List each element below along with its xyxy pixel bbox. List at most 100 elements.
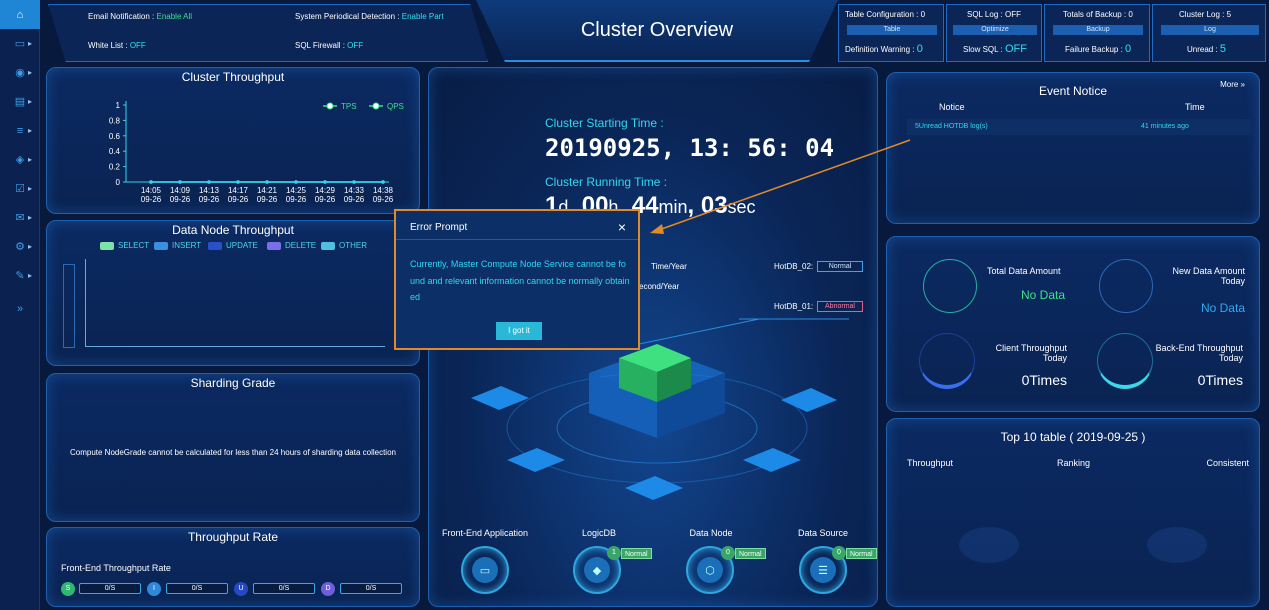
x-tick-label-date: 09-26 xyxy=(373,195,394,204)
backend-throughput-ring xyxy=(1097,333,1153,389)
x-tick-label-date: 09-26 xyxy=(315,195,336,204)
update-rate-icon: U xyxy=(234,582,248,596)
email-notification: Email Notification : Enable All xyxy=(88,12,193,21)
hotdb01-status[interactable]: Abnormal xyxy=(817,301,863,312)
data-source-label: Data Source xyxy=(797,528,849,538)
backup-button[interactable]: Backup xyxy=(1053,25,1143,35)
data-point xyxy=(381,180,385,184)
new-data-label: New Data Amount Today xyxy=(1172,266,1245,286)
data-amount-panel: Total Data Amount No Data New Data Amoun… xyxy=(886,236,1260,412)
x-axis xyxy=(85,346,385,347)
legend-update[interactable]: UPDATE xyxy=(208,241,258,250)
i-got-it-button[interactable]: I got it xyxy=(496,322,542,340)
data-node-status: Normal xyxy=(735,548,766,559)
more-link[interactable]: More » xyxy=(1220,80,1245,89)
expand-icon[interactable]: » xyxy=(0,294,40,323)
stack-icon: ☰ xyxy=(810,557,836,583)
periodical-detection: System Periodical Detection : Enable Par… xyxy=(295,12,444,21)
x-tick-label-time: 14:21 xyxy=(257,186,278,195)
data-source-status: Normal xyxy=(846,548,877,559)
home-icon[interactable]: ⌂ xyxy=(0,0,40,29)
new-data-value: No Data xyxy=(1200,301,1245,315)
error-prompt-dialog: Error Prompt × Currently, Master Compute… xyxy=(394,209,640,350)
front-end-rate-label: Front-End Throughput Rate xyxy=(61,563,171,573)
x-tick-label-date: 09-26 xyxy=(170,195,191,204)
x-tick-label-time: 14:09 xyxy=(170,186,191,195)
y-tick-label: 1 xyxy=(116,101,121,110)
data-point xyxy=(294,180,298,184)
legend-select[interactable]: SELECT xyxy=(100,241,149,250)
y-tick-label: 0 xyxy=(116,178,121,187)
legend-insert[interactable]: INSERT xyxy=(154,241,201,250)
delete-swatch xyxy=(267,241,281,250)
x-tick-label-date: 09-26 xyxy=(286,195,307,204)
node-icon: ⬡ xyxy=(697,557,723,583)
event-notice-text[interactable]: 5Unread HOTDB log(s) xyxy=(915,123,988,130)
mail-icon[interactable]: ✉ ▸ xyxy=(0,203,40,232)
select-rate-icon: S xyxy=(61,582,75,596)
sharding-grade-panel: Sharding Grade Compute NodeGrade cannot … xyxy=(46,373,420,522)
sql-firewall-value[interactable]: OFF xyxy=(347,41,363,50)
ranking-column-header: Ranking xyxy=(1057,458,1091,468)
log-button[interactable]: Log xyxy=(1161,25,1259,35)
table-row[interactable]: 5Unread HOTDB log(s) 41 minutes ago xyxy=(907,119,1251,135)
periodical-detection-value[interactable]: Enable Part xyxy=(402,12,444,21)
close-icon[interactable]: × xyxy=(618,220,626,234)
second-year-label: econd/Year xyxy=(639,282,680,291)
scroll-indicator[interactable] xyxy=(63,264,75,348)
event-notice-title: Event Notice xyxy=(1038,84,1108,98)
select-swatch xyxy=(100,241,114,250)
event-time-text: 41 minutes ago xyxy=(1141,123,1189,130)
database-icon[interactable]: ≡ ▸ xyxy=(0,116,40,145)
checklist-icon[interactable]: ☑ ▸ xyxy=(0,174,40,203)
failure-backup: Failure Backup : 0 xyxy=(1065,43,1132,55)
cube-icon: ◆ xyxy=(584,557,610,583)
white-list-value[interactable]: OFF xyxy=(130,41,146,50)
eye-icon[interactable]: ◉ ▸ xyxy=(0,58,40,87)
hotdb01-label: HotDB_01: xyxy=(774,302,814,311)
x-tick-label-time: 14:05 xyxy=(141,186,162,195)
x-tick-label-date: 09-26 xyxy=(344,195,365,204)
cluster-log-label: Cluster Log : 5 xyxy=(1179,10,1232,19)
hotdb02-label: HotDB_02: xyxy=(774,262,814,271)
email-notification-value[interactable]: Enable All xyxy=(156,12,192,21)
y-tick-label: 0.2 xyxy=(109,163,121,172)
shield-icon[interactable]: ◈ ▸ xyxy=(0,145,40,174)
sidebar: ⌂ ▭ ▸ ◉ ▸ ▤ ▸ ≡ ▸ ◈ ▸ ☑ ▸ ✉ ▸ ⚙ ▸ ✎ ▸ » xyxy=(0,0,40,610)
total-data-value: No Data xyxy=(1021,288,1066,302)
gear-icon[interactable]: ⚙ ▸ xyxy=(0,232,40,261)
backend-throughput-label: Back-End Throughput Today xyxy=(1155,343,1243,363)
table-button[interactable]: Table xyxy=(847,25,937,35)
wrench-icon[interactable]: ✎ ▸ xyxy=(0,261,40,290)
x-tick-label-time: 14:38 xyxy=(373,186,394,195)
server-icon: ▭ xyxy=(472,557,498,583)
optimize-button[interactable]: Optimize xyxy=(953,25,1037,35)
monitor-icon[interactable]: ▭ ▸ xyxy=(0,29,40,58)
table-config-box: Table Configuration : 0 Table Definition… xyxy=(838,4,944,62)
front-end-node[interactable]: ▭ xyxy=(461,546,509,594)
notice-column-header: Notice xyxy=(939,102,965,112)
legend-label-qps: QPS xyxy=(387,102,404,111)
data-point xyxy=(207,180,211,184)
chart-icon[interactable]: ▤ ▸ xyxy=(0,87,40,116)
insert-rate-icon: I xyxy=(147,582,161,596)
legend-other[interactable]: OTHER xyxy=(321,241,367,250)
x-tick-label-date: 09-26 xyxy=(257,195,278,204)
slow-sql: Slow SQL : OFF xyxy=(963,43,1027,55)
sql-log-label: SQL Log : OFF xyxy=(967,10,1021,19)
update-rate-value: 0/S xyxy=(253,583,315,594)
x-tick-label-date: 09-26 xyxy=(141,195,162,204)
error-message: Currently, Master Compute Node Service c… xyxy=(410,259,630,302)
update-swatch xyxy=(208,241,222,250)
insert-swatch xyxy=(154,241,168,250)
legend-delete[interactable]: DELETE xyxy=(267,241,316,250)
total-data-ring xyxy=(923,259,977,313)
error-prompt-title: Error Prompt xyxy=(410,222,468,233)
logicdb-label: LogicDB xyxy=(581,528,617,538)
y-tick-label: 0.4 xyxy=(109,147,121,156)
double-chevron-icon: » xyxy=(1240,80,1245,89)
new-data-ring xyxy=(1099,259,1153,313)
dialog-divider xyxy=(396,239,638,240)
throughput-rate-panel: Throughput Rate Front-End Throughput Rat… xyxy=(46,527,420,607)
hotdb02-status[interactable]: Normal xyxy=(817,261,863,272)
